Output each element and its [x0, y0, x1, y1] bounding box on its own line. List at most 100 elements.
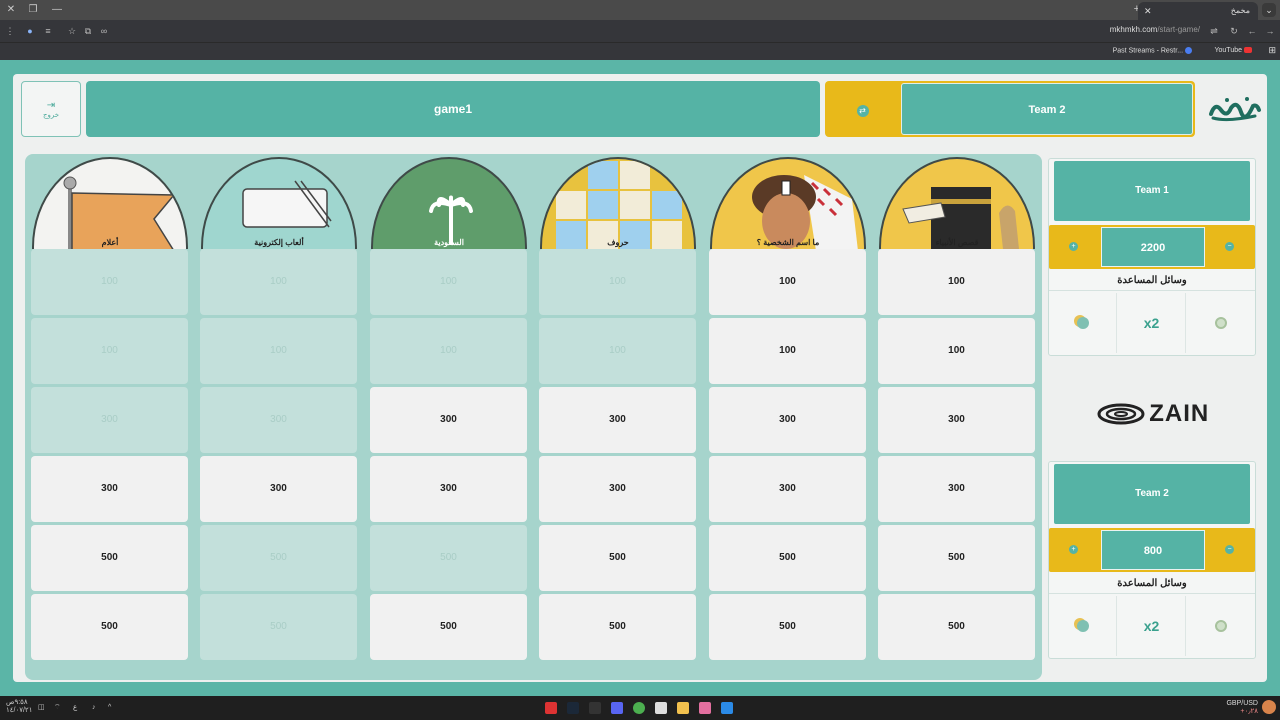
category-label: قصص الأنبياء: [935, 238, 979, 247]
category-header[interactable]: السعودية: [371, 157, 527, 249]
taskbar-app-icon[interactable]: [545, 702, 557, 714]
question-cell[interactable]: 300: [539, 387, 696, 453]
category-header[interactable]: أعلام: [32, 157, 188, 249]
question-cell[interactable]: 100: [31, 318, 188, 384]
address-bar[interactable]: mkhmkh.com/start-game/: [1110, 25, 1200, 34]
score-decrease-button[interactable]: −: [1223, 543, 1237, 557]
question-cell[interactable]: 500: [709, 594, 866, 660]
score-increase-button[interactable]: +: [1067, 240, 1081, 254]
taskbar-app-icon[interactable]: [589, 702, 601, 714]
stock-widget[interactable]: GBP/USD +٠٫٢٨: [1226, 700, 1258, 716]
tray-chevron-icon[interactable]: ^: [108, 704, 111, 712]
taskbar-clock[interactable]: ٩:٥٨ص ١٤/٠٧/٢١: [6, 699, 32, 715]
bookmarks-bar: Past Streams - Restr... YouTube ⊞: [0, 42, 1280, 60]
share-icon[interactable]: ⧉: [82, 25, 94, 37]
question-cell[interactable]: 300: [200, 456, 357, 522]
reload-icon[interactable]: ↻: [1228, 25, 1240, 37]
question-cell[interactable]: 300: [200, 387, 357, 453]
question-cell[interactable]: 500: [31, 594, 188, 660]
exit-button[interactable]: ⇥ خروج: [21, 81, 81, 137]
question-cell[interactable]: 100: [539, 318, 696, 384]
site-settings-icon[interactable]: ⇌: [1208, 25, 1220, 37]
question-cell[interactable]: 500: [200, 525, 357, 591]
notification-icon[interactable]: ◫: [38, 704, 45, 712]
profile-icon[interactable]: ●: [24, 25, 36, 37]
youtube-icon: [1244, 47, 1252, 54]
browser-tab-active[interactable]: ✕ مخمخ: [1138, 2, 1258, 20]
question-cell[interactable]: 300: [878, 387, 1035, 453]
score-decrease-button[interactable]: −: [1223, 240, 1237, 254]
question-cell[interactable]: 500: [709, 525, 866, 591]
browser-tab-bar: ✕ ❐ — + ✕ مخمخ ⌄: [0, 0, 1280, 20]
site-logo[interactable]: [1207, 94, 1261, 124]
category-label: حروف: [607, 238, 629, 247]
bookmark-star-icon[interactable]: ☆: [66, 25, 78, 37]
question-cell[interactable]: 300: [539, 456, 696, 522]
question-cell[interactable]: 100: [31, 249, 188, 315]
apps-grid-icon[interactable]: ⊞: [1268, 45, 1276, 56]
question-cell[interactable]: 100: [370, 249, 527, 315]
question-cell[interactable]: 100: [200, 318, 357, 384]
category-header[interactable]: ما اسم الشخصية ؟: [710, 157, 866, 249]
taskbar-app-icon[interactable]: [721, 702, 733, 714]
category-header[interactable]: حروف: [540, 157, 696, 249]
weather-icon[interactable]: [1262, 700, 1276, 714]
question-cell[interactable]: 300: [370, 387, 527, 453]
tab-close-icon[interactable]: ✕: [1144, 2, 1152, 20]
category-image-console: [201, 157, 357, 249]
aid-double-button[interactable]: x2: [1118, 293, 1186, 353]
question-cell[interactable]: 300: [709, 456, 866, 522]
question-cell[interactable]: 500: [878, 594, 1035, 660]
question-cell[interactable]: 500: [31, 525, 188, 591]
question-cell[interactable]: 100: [709, 318, 866, 384]
window-restore-icon[interactable]: ❐: [26, 3, 40, 17]
question-cell[interactable]: 100: [539, 249, 696, 315]
mic-icon[interactable]: ♪: [92, 704, 96, 712]
aid-call-friend-button[interactable]: [1049, 596, 1117, 656]
question-cell[interactable]: 300: [709, 387, 866, 453]
question-cell[interactable]: 500: [200, 594, 357, 660]
taskbar-app-icon[interactable]: [567, 702, 579, 714]
aid-double-button[interactable]: x2: [1118, 596, 1186, 656]
tab-search-button[interactable]: ⌄: [1262, 3, 1276, 17]
menu-dots-icon[interactable]: ⋮: [4, 25, 16, 37]
incognito-icon[interactable]: ∞: [98, 25, 110, 37]
question-cell[interactable]: 500: [539, 525, 696, 591]
bookmark-past-streams[interactable]: Past Streams - Restr...: [1113, 47, 1192, 54]
question-cell[interactable]: 100: [370, 318, 527, 384]
extensions-icon[interactable]: ≡: [42, 25, 54, 37]
aid-timer-button[interactable]: [1187, 293, 1255, 353]
score-increase-button[interactable]: +: [1067, 543, 1081, 557]
call-friend-icon: [1076, 316, 1089, 329]
question-cell[interactable]: 300: [878, 456, 1035, 522]
question-cell[interactable]: 300: [31, 456, 188, 522]
question-cell[interactable]: 100: [200, 249, 357, 315]
aid-call-friend-button[interactable]: [1049, 293, 1117, 353]
taskbar-app-icon[interactable]: [633, 702, 645, 714]
forward-icon[interactable]: →: [1264, 25, 1276, 37]
question-cell[interactable]: 500: [370, 525, 527, 591]
category-image-character: [710, 157, 866, 249]
question-cell[interactable]: 100: [709, 249, 866, 315]
window-minimize-icon[interactable]: —: [50, 3, 64, 17]
taskbar-app-icon[interactable]: [655, 702, 667, 714]
wifi-icon[interactable]: ⌔: [54, 704, 61, 712]
taskbar-app-icon[interactable]: [699, 702, 711, 714]
question-cell[interactable]: 500: [370, 594, 527, 660]
bookmark-youtube[interactable]: YouTube: [1214, 47, 1252, 54]
question-cell[interactable]: 500: [539, 594, 696, 660]
back-icon[interactable]: ←: [1246, 25, 1258, 37]
question-cell[interactable]: 300: [31, 387, 188, 453]
input-language[interactable]: ع: [73, 704, 77, 712]
question-cell[interactable]: 300: [370, 456, 527, 522]
category-header[interactable]: قصص الأنبياء: [879, 157, 1035, 249]
question-cell[interactable]: 100: [878, 318, 1035, 384]
aid-timer-button[interactable]: [1187, 596, 1255, 656]
switch-turn-button[interactable]: ⇄: [825, 81, 900, 137]
question-cell[interactable]: 500: [878, 525, 1035, 591]
taskbar-app-icon[interactable]: [611, 702, 623, 714]
taskbar-app-icon[interactable]: [677, 702, 689, 714]
window-close-icon[interactable]: ✕: [4, 3, 18, 17]
category-header[interactable]: ألعاب إلكترونية: [201, 157, 357, 249]
question-cell[interactable]: 100: [878, 249, 1035, 315]
